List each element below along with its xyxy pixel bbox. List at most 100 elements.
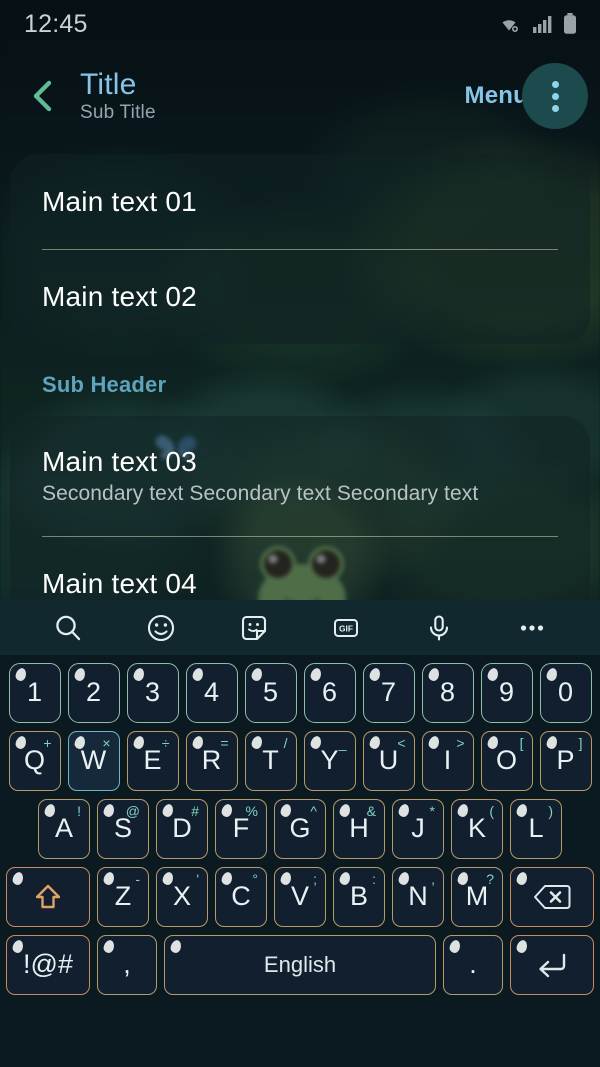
list-item[interactable]: Main text 04: [10, 536, 590, 605]
key-q[interactable]: + Q: [8, 730, 61, 791]
keyboard-row-numbers: 1 2 3 4 5 6 7 8 9 0: [0, 661, 600, 724]
key-secondary-label: >: [456, 734, 465, 751]
list-card-top: Main text 01 Main text 02: [10, 154, 590, 344]
key-secondary-label: #: [191, 802, 199, 819]
key-secondary-label: ,: [431, 870, 435, 887]
microphone-icon[interactable]: [416, 605, 462, 651]
overflow-dot: [551, 92, 559, 100]
key-glint: [102, 938, 116, 954]
key-secondary-label: !: [77, 802, 81, 819]
key-label: Y: [320, 745, 339, 775]
key-label: 0: [557, 677, 574, 707]
key-1[interactable]: 1: [8, 662, 61, 723]
key-y[interactable]: _ Y: [303, 730, 356, 791]
key-p[interactable]: ] P: [539, 730, 592, 791]
list-item[interactable]: Main text 03 Secondary text Secondary te…: [10, 416, 590, 536]
key-i[interactable]: > I: [421, 730, 474, 791]
key-secondary-label: <: [397, 734, 406, 751]
key-secondary-label: ): [548, 802, 553, 819]
space-key[interactable]: English: [164, 934, 436, 995]
key-9[interactable]: 9: [480, 662, 533, 723]
on-screen-keyboard[interactable]: GIF 12345 6 789 0 + Q × W ÷ E = R / T _ Y < U > I[O] P: [0, 600, 600, 1067]
key-label: 3: [144, 677, 161, 707]
more-options-icon[interactable]: [509, 605, 555, 651]
key-w[interactable]: × W: [67, 730, 120, 791]
key-m[interactable]: ? M: [451, 866, 503, 927]
key-glint: [515, 870, 529, 886]
key-z[interactable]: -Z: [97, 866, 149, 927]
key-glint: [102, 870, 116, 886]
key-b[interactable]: :B: [333, 866, 385, 927]
key-4[interactable]: 4: [185, 662, 238, 723]
backspace-key[interactable]: [510, 866, 594, 927]
key-s[interactable]: @ S: [97, 798, 149, 859]
key-o[interactable]: [O: [480, 730, 533, 791]
keyboard-row-home: ! A @ S # D% F ^ G & H * J(K) L: [0, 797, 600, 860]
key-j[interactable]: * J: [392, 798, 444, 859]
list-item-main-text: Main text 04: [42, 567, 197, 599]
signal-icon: [533, 16, 552, 33]
key-label: 7: [380, 677, 397, 707]
key-n[interactable]: ,N: [392, 866, 444, 927]
key-2[interactable]: 2: [67, 662, 120, 723]
gif-icon[interactable]: GIF: [323, 605, 369, 651]
chevron-left-icon: [33, 80, 52, 112]
key-glint: [426, 734, 441, 750]
key-6[interactable]: 6: [303, 662, 356, 723]
menu-button[interactable]: Menu: [465, 82, 528, 110]
shift-key[interactable]: [6, 866, 90, 927]
app-bar-actions: Menu: [465, 63, 600, 129]
svg-text:GIF: GIF: [339, 623, 353, 633]
comma-key-label: ,: [123, 949, 131, 979]
search-icon[interactable]: [45, 605, 91, 651]
overflow-menu-button[interactable]: [522, 63, 588, 129]
key-3[interactable]: 3: [126, 662, 179, 723]
symbols-key[interactable]: !@#: [6, 934, 90, 995]
period-key[interactable]: .: [443, 934, 503, 995]
key-d[interactable]: # D: [156, 798, 208, 859]
key-7[interactable]: 7: [362, 662, 415, 723]
enter-key[interactable]: [510, 934, 594, 995]
key-f[interactable]: % F: [215, 798, 267, 859]
key-5[interactable]: 5: [244, 662, 297, 723]
key-label: A: [54, 813, 73, 843]
key-v[interactable]: ; V: [274, 866, 326, 927]
key-e[interactable]: ÷ E: [126, 730, 179, 791]
symbols-key-label: !@#: [23, 949, 73, 979]
back-button[interactable]: [14, 67, 72, 125]
key-c[interactable]: ° C: [215, 866, 267, 927]
key-label: T: [262, 745, 279, 775]
key-h[interactable]: & H: [333, 798, 385, 859]
sticker-icon[interactable]: [231, 605, 277, 651]
key-label: 5: [262, 677, 279, 707]
key-a[interactable]: ! A: [38, 798, 90, 859]
key-label: 6: [321, 677, 338, 707]
key-0[interactable]: 0: [539, 662, 592, 723]
list-item[interactable]: Main text 01: [10, 154, 590, 249]
key-u[interactable]: < U: [362, 730, 415, 791]
key-label: M: [465, 881, 489, 911]
content-list[interactable]: Main text 01 Main text 02 Sub Header Mai…: [0, 144, 600, 605]
key-glint: [397, 802, 411, 818]
key-secondary-label: =: [220, 734, 229, 751]
key-label: N: [408, 881, 428, 911]
key-label: L: [528, 813, 544, 843]
keyboard-row-space: !@# , English .: [0, 933, 600, 996]
key-secondary-label: -: [135, 870, 140, 887]
key-glint: [249, 666, 264, 682]
key-label: G: [289, 813, 311, 843]
key-x[interactable]: ' X: [156, 866, 208, 927]
list-item[interactable]: Main text 02: [10, 249, 590, 344]
key-t[interactable]: / T: [244, 730, 297, 791]
key-g[interactable]: ^ G: [274, 798, 326, 859]
key-r[interactable]: = R: [185, 730, 238, 791]
key-k[interactable]: (K: [451, 798, 503, 859]
key-l[interactable]: ) L: [510, 798, 562, 859]
key-secondary-label: ÷: [161, 734, 170, 751]
emoji-icon[interactable]: [138, 605, 184, 651]
key-label: H: [349, 813, 369, 843]
key-8[interactable]: 8: [421, 662, 474, 723]
key-glint: [367, 666, 382, 682]
comma-key[interactable]: ,: [97, 934, 157, 995]
key-label: 9: [498, 677, 515, 707]
